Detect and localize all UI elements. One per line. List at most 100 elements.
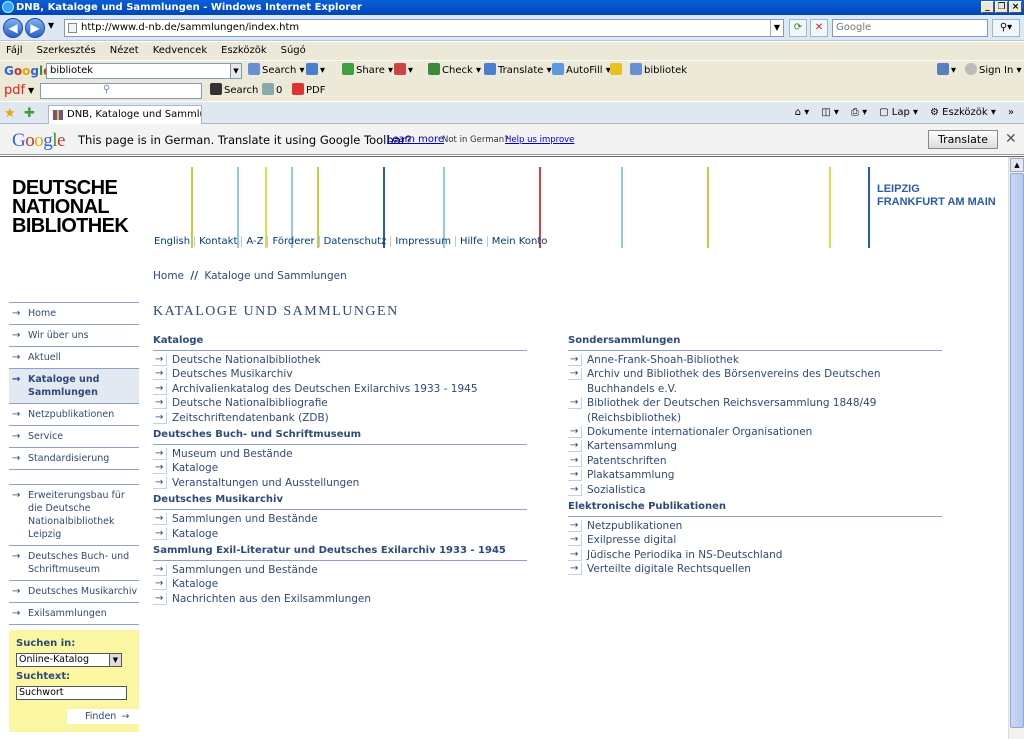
print-icon[interactable]: ⎙ ▾: [851, 102, 867, 124]
favorites-star-icon[interactable]: ★: [4, 106, 16, 121]
breadcrumb-home[interactable]: Home: [153, 270, 184, 282]
pdf-search-button[interactable]: Search: [210, 81, 258, 101]
google-search-button[interactable]: Search ▾: [248, 61, 305, 81]
search-text-input[interactable]: Suchwort: [16, 686, 127, 700]
link-nachrichten-aus-den-exilsammlungen[interactable]: → Nachrichten aus den Exilsammlungen: [153, 592, 527, 606]
close-button[interactable]: ×: [1009, 1, 1022, 13]
link-jüdische-periodika-in-ns-deutschland[interactable]: → Jüdische Periodika in NS-Deutschland: [568, 548, 942, 562]
tab-current[interactable]: DNB, Kataloge und Sammlungen: [48, 105, 202, 124]
history-dropdown-icon[interactable]: ▼: [48, 21, 54, 30]
google-query-input[interactable]: bibliotek: [46, 63, 231, 79]
sidebar-item-deutsches-buch-und-schriftmuseum[interactable]: → Deutsches Buch- und Schriftmuseum: [9, 545, 139, 580]
top-nav-kontakt[interactable]: Kontakt: [195, 236, 243, 247]
sidebar-item-erweiterungsbau-für-die-deutsche-nationalbibliothek-leipzig[interactable]: → Erweiterungsbau für die Deutsche Nation…: [9, 484, 139, 545]
stop-icon[interactable]: ✕: [810, 19, 828, 37]
top-nav-förderer[interactable]: Förderer: [268, 236, 320, 247]
url-dropdown-icon[interactable]: ▼: [770, 20, 783, 36]
link-netzpublikationen[interactable]: → Netzpublikationen: [568, 519, 942, 533]
query-dropdown-icon[interactable]: ▼: [230, 63, 242, 79]
link-kataloge[interactable]: → Kataloge: [153, 527, 527, 541]
menu-help[interactable]: Súgó: [281, 42, 306, 60]
top-nav-english[interactable]: English: [150, 236, 196, 247]
minimize-button[interactable]: _: [981, 1, 994, 13]
check-button[interactable]: Check ▾: [428, 61, 481, 81]
link-verteilte-digitale-rechtsquellen[interactable]: → Verteilte digitale Rechtsquellen: [568, 562, 942, 576]
link-kartensammlung[interactable]: → Kartensammlung: [568, 439, 942, 453]
link-veranstaltungen-und-ausstellungen[interactable]: → Veranstaltungen und Ausstellungen: [153, 476, 527, 490]
pdf-button[interactable]: PDF: [292, 81, 325, 101]
menu-edit[interactable]: Szerkesztés: [37, 42, 96, 60]
overflow-icon[interactable]: »: [1008, 102, 1014, 124]
translate-toolbar-button[interactable]: Translate ▾: [484, 61, 552, 81]
top-nav-hilfe[interactable]: Hilfe: [456, 236, 488, 247]
link-kataloge[interactable]: → Kataloge: [153, 461, 527, 475]
scroll-thumb[interactable]: [1010, 173, 1024, 728]
sidebar-item-exilsammlungen[interactable]: → Exilsammlungen: [9, 602, 139, 624]
link-museum-und-bestände[interactable]: → Museum und Bestände: [153, 447, 527, 461]
sidebar-item-deutsches-musikarchiv[interactable]: → Deutsches Musikarchiv: [9, 580, 139, 602]
maximize-button[interactable]: ❐: [995, 1, 1008, 13]
search-icon[interactable]: ⚲▾: [992, 19, 1020, 37]
link-archivalienkatalog-des-deutschen-exilarchivs-1933-1945[interactable]: → Archivalienkatalog des Deutschen Exilar…: [153, 382, 527, 396]
pdf-search-input[interactable]: ⚲: [40, 83, 202, 99]
refresh-icon[interactable]: ⟳: [789, 19, 807, 37]
find-button[interactable]: Finden →: [67, 709, 139, 724]
menu-file[interactable]: Fájl: [6, 42, 23, 60]
menu-tools[interactable]: Eszközök: [221, 42, 267, 60]
vertical-scrollbar[interactable]: ▲: [1008, 157, 1024, 739]
sidebar-item-home[interactable]: → Home: [9, 302, 139, 324]
link-kataloge[interactable]: → Kataloge: [153, 577, 527, 591]
learn-more-link[interactable]: Learn more: [387, 134, 444, 145]
top-nav-impressum[interactable]: Impressum: [391, 236, 456, 247]
link-patentschriften[interactable]: → Patentschriften: [568, 454, 942, 468]
sidebar-item-standardisierung[interactable]: → Standardisierung: [9, 447, 139, 469]
google-toolbar-logo[interactable]: Google: [4, 61, 51, 81]
page-menu[interactable]: ▢ Lap ▾: [879, 102, 918, 124]
link-sammlungen-und-bestände[interactable]: → Sammlungen und Bestände: [153, 563, 527, 577]
pdf-toolbar-logo[interactable]: pdf: [4, 81, 25, 101]
browser-search-input[interactable]: Google: [832, 19, 988, 37]
back-button[interactable]: ◀: [3, 18, 23, 38]
pdf-count[interactable]: 0: [262, 81, 282, 101]
forward-button[interactable]: ▶: [25, 18, 45, 38]
chevron-down-icon[interactable]: ▼: [109, 654, 121, 666]
link-plakatsammlung[interactable]: → Plakatsammlung: [568, 468, 942, 482]
url-field[interactable]: http://www.d-nb.de/sammlungen/index.htm: [64, 19, 784, 37]
sidebar-item-aktuell[interactable]: → Aktuell: [9, 346, 139, 368]
menu-favorites[interactable]: Kedvencek: [153, 42, 207, 60]
link-anne-frank-shoah-bibliothek[interactable]: → Anne-Frank-Shoah-Bibliothek: [568, 353, 942, 367]
link-archiv-und-bibliothek-des-börsenvereins-des-deutschen-buchhandels-e-v[interactable]: → Archiv und Bibliothek des Börsenvereins…: [568, 367, 942, 396]
link-exilpresse-digital[interactable]: → Exilpresse digital: [568, 533, 942, 547]
add-favorite-icon[interactable]: ✚: [24, 106, 35, 121]
top-nav-mein-konto[interactable]: Mein Konto: [488, 236, 552, 247]
home-icon[interactable]: ⌂ ▾: [795, 102, 810, 124]
feeds-icon[interactable]: ◫ ▾: [821, 102, 839, 124]
sidebar-item-service[interactable]: → Service: [9, 425, 139, 447]
translate-button[interactable]: Translate: [928, 130, 998, 149]
top-nav-datenschutz[interactable]: Datenschutz: [320, 236, 392, 247]
highlight-icon[interactable]: [610, 61, 624, 81]
link-sozialistica[interactable]: → Sozialistica: [568, 483, 942, 497]
dnb-logo[interactable]: DEUTSCHE NATIONAL BIBLIOTHEK: [12, 178, 129, 236]
link-bibliothek-der-deutschen-reichsversammlung-1848-49-reichsbibliothek[interactable]: → Bibliothek der Deutschen Reichsversamml…: [568, 396, 942, 425]
sidebar-item-kataloge-und-sammlungen[interactable]: → Kataloge und Sammlungen: [9, 368, 139, 403]
sidebar-item-wir-über-uns[interactable]: → Wir über uns: [9, 324, 139, 346]
link-deutsche-nationalbibliografie[interactable]: → Deutsche Nationalbibliografie: [153, 396, 527, 410]
scroll-up-icon[interactable]: ▲: [1010, 158, 1024, 172]
autofill-button[interactable]: AutoFill ▾: [552, 61, 611, 81]
link-dokumente-internationaler-organisationen[interactable]: → Dokumente internationaler Organisatione…: [568, 425, 942, 439]
breadcrumb-current[interactable]: Kataloge und Sammlungen: [204, 270, 346, 282]
popup-blocker-icon[interactable]: ▾: [394, 61, 413, 81]
menu-view[interactable]: Nézet: [110, 42, 139, 60]
link-deutsches-musikarchiv[interactable]: → Deutsches Musikarchiv: [153, 367, 527, 381]
sidebar-item-netzpublikationen[interactable]: → Netzpublikationen: [9, 403, 139, 425]
share-button[interactable]: Share ▾: [342, 61, 393, 81]
pdf-dropdown-icon[interactable]: ▼: [28, 81, 34, 101]
tools-menu[interactable]: ⚙ Eszközök ▾: [930, 102, 996, 124]
catalog-select[interactable]: Online-Katalog ▼: [16, 653, 122, 667]
bibliotek-search-button[interactable]: bibliotek: [630, 61, 687, 81]
help-improve-link[interactable]: Help us improve: [505, 135, 574, 145]
settings-icon[interactable]: ▾: [937, 61, 956, 81]
link-deutsche-nationalbibliothek[interactable]: → Deutsche Nationalbibliothek: [153, 353, 527, 367]
plus-icon[interactable]: ▾: [306, 61, 325, 81]
